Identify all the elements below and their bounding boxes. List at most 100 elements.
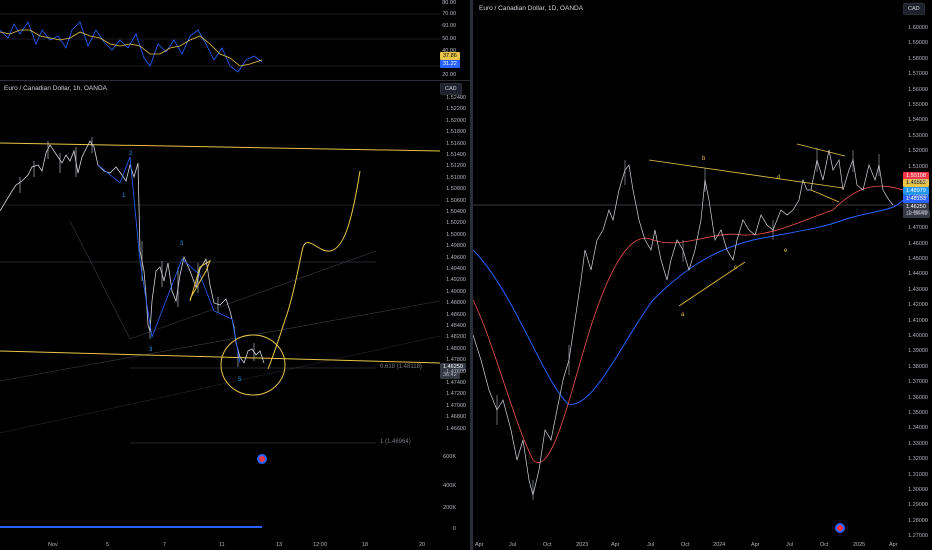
left-y-tick-7: 1.51000 xyxy=(446,174,466,181)
right-y-tick-22: 1.38000 xyxy=(908,363,928,370)
wave-label-e: e xyxy=(784,248,788,254)
right-y-tick-5: 1.55000 xyxy=(908,102,928,108)
left-y-tick-0: 1.52400 xyxy=(446,95,466,101)
wave-label-3: 3 xyxy=(149,347,153,353)
right-y-tick-30: 1.30000 xyxy=(908,487,928,493)
osc-tick-50: 50.00 xyxy=(442,36,456,42)
right-y-tick-29: 1.31000 xyxy=(908,471,928,478)
right-y-tick-21: 1.39000 xyxy=(908,348,928,355)
right-main-chart[interactable]: Euro / Canadian Dollar, 1D, OANDA CAD a … xyxy=(473,0,932,550)
volume-tick-0: 0 xyxy=(452,526,456,532)
left-y-tick-8: 1.50800 xyxy=(446,186,466,193)
right-price-plot xyxy=(473,143,904,533)
left-y-tick-15: 1.49400 xyxy=(446,266,466,272)
osc-tick-60: 60.00 xyxy=(442,23,456,29)
left-y-tick-2: 1.52000 xyxy=(446,117,466,124)
left-y-tick-19: 1.48600 xyxy=(446,311,466,318)
right-y-tick-31: 1.29000 xyxy=(908,502,928,509)
left-y-tick-26: 1.47200 xyxy=(446,391,466,398)
right-y-tick-17: 1.43000 xyxy=(908,286,928,293)
left-y-tick-3: 1.51800 xyxy=(446,129,466,136)
right-y-tick-20: 1.40000 xyxy=(908,333,928,339)
osc-badge-blue: 31.22 xyxy=(440,60,460,68)
right-x-tick-2023: 2023 xyxy=(576,542,589,548)
left-y-tick-10: 1.50400 xyxy=(446,209,466,215)
right-x-tick-2024: 2024 xyxy=(713,542,726,548)
right-y-tick-6: 1.54000 xyxy=(908,117,928,124)
volume-tick-400k: 400K xyxy=(443,483,456,489)
right-y-tick-14: 1.46000 xyxy=(908,240,928,247)
right-y-tick-2: 1.58000 xyxy=(908,55,928,62)
right-y-tick-32: 1.28000 xyxy=(908,517,928,524)
osc-badge-yellow: 37.86 xyxy=(440,52,460,60)
right-y-tick-28: 1.32000 xyxy=(908,456,928,463)
right-y-tick-25: 1.35000 xyxy=(908,410,928,416)
right-y-tick-33: 1.27000 xyxy=(908,533,928,540)
right-y-tick-4: 1.56000 xyxy=(908,86,928,93)
left-y-tick-29: 1.46600 xyxy=(446,425,466,432)
left-y-tick-25: 1.47400 xyxy=(446,380,466,386)
left-y-tick-20: 1.48400 xyxy=(446,323,466,329)
right-x-tick-oct-2024: Oct xyxy=(820,542,829,548)
left-price-plot xyxy=(0,137,441,528)
wave-label-4: 3 xyxy=(180,241,184,247)
wave-label-a: a xyxy=(681,312,685,318)
left-y-tick-13: 1.49800 xyxy=(446,243,466,250)
oscillator-plot xyxy=(0,13,440,73)
right-y-tick-24: 1.36000 xyxy=(908,394,928,401)
oscillator-panel: 80.00 70.00 60.00 50.00 40.00 37.86 31.2… xyxy=(0,0,470,80)
left-y-tick-16: 1.49200 xyxy=(446,277,466,284)
left-y-tick-28: 1.46800 xyxy=(446,414,466,421)
right-y-tick-3: 1.57000 xyxy=(908,71,928,78)
right-y-tick-1: 1.59000 xyxy=(908,40,928,47)
right-y-tick-23: 1.37000 xyxy=(908,379,928,386)
left-x-tick-7: 7 xyxy=(163,542,167,548)
left-y-tick-18: 1.48800 xyxy=(446,300,466,307)
right-x-tick-jul: Jul xyxy=(509,542,517,548)
left-y-tick-11: 1.50200 xyxy=(446,220,466,227)
left-x-tick-20: 20 xyxy=(419,542,426,548)
right-x-tick-apr-2024: Apr xyxy=(751,542,760,548)
wave-label-2: 2 xyxy=(129,151,133,157)
left-main-chart[interactable]: Euro / Canadian Dollar, 1h, OANDA CAD 2 … xyxy=(0,81,470,550)
fib-level-1: 1 (1.46964) xyxy=(380,439,411,445)
left-y-tick-27: 1.47000 xyxy=(446,402,466,409)
right-y-tick-9: 1.51000 xyxy=(908,163,928,170)
right-y-tick-0: 1.60000 xyxy=(908,25,928,31)
wave-label-5: 5 xyxy=(238,377,242,383)
left-y-tick-4: 1.51600 xyxy=(446,140,466,147)
right-x-tick-apr-2023: Apr xyxy=(611,542,620,548)
osc-tick-70: 70.00 xyxy=(442,11,456,17)
right-y-tick-12: 1.48000 xyxy=(908,209,928,216)
left-y-tick-6: 1.51200 xyxy=(446,163,466,170)
osc-tick-80: 80.00 xyxy=(442,0,456,6)
left-y-tick-14: 1.49600 xyxy=(446,254,466,261)
right-y-tick-7: 1.53000 xyxy=(908,132,928,139)
right-y-tick-13: 1.47000 xyxy=(908,225,928,232)
wave-label-b: b xyxy=(702,156,706,162)
wave-label-1: 1 xyxy=(122,193,126,199)
left-y-tick-1: 1.52200 xyxy=(446,106,466,113)
left-y-tick-5: 1.51400 xyxy=(446,152,466,158)
right-x-tick-apr-2025: Apr xyxy=(889,542,898,548)
left-y-tick-17: 1.49000 xyxy=(446,288,466,295)
fib-level-0618: 0.618 (1.48118) xyxy=(380,364,422,370)
left-x-tick-1200: 12:00 xyxy=(313,542,327,548)
right-x-tick-oct: Oct xyxy=(543,542,552,548)
right-y-tick-10: 1.50000 xyxy=(908,179,928,185)
left-y-tick-9: 1.50600 xyxy=(446,197,466,204)
left-y-tick-21: 1.48200 xyxy=(446,334,466,341)
left-y-tick-23: 1.47800 xyxy=(446,357,466,364)
right-x-tick-jul-2024: Jul xyxy=(786,542,794,548)
right-y-tick-18: 1.42000 xyxy=(908,302,928,309)
left-y-tick-24: 1.47600 xyxy=(446,368,466,375)
right-x-tick-oct-2023: Oct xyxy=(681,542,690,548)
left-x-tick-11: 11 xyxy=(219,542,225,548)
right-y-tick-26: 1.34000 xyxy=(908,425,928,432)
right-x-tick-apr: Apr xyxy=(475,542,484,548)
left-x-tick-nov: Nov xyxy=(48,542,58,548)
right-y-tick-16: 1.44000 xyxy=(908,271,928,278)
right-y-tick-8: 1.52000 xyxy=(908,148,928,155)
right-x-tick-2025: 2025 xyxy=(853,542,866,548)
left-x-tick-13: 13 xyxy=(276,542,283,548)
